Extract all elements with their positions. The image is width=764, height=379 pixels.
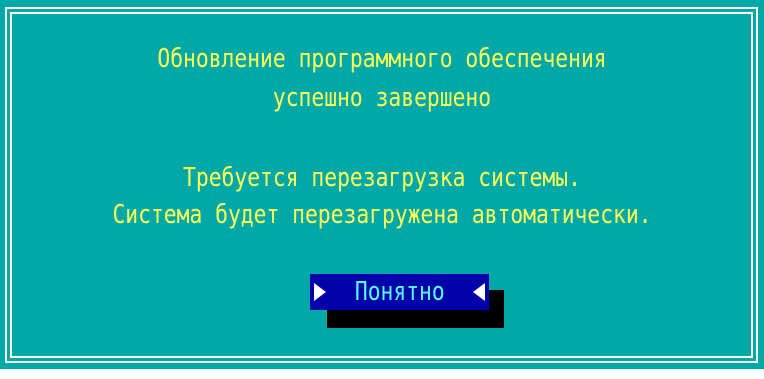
update-complete-dialog: Обновление программного обеспечения успе… [0,0,764,369]
dialog-message-line-2: Система будет перезагружена автоматическ… [112,200,652,230]
dialog-title-line-2: успешно завершено [272,83,492,113]
ok-button-label: Понятно [354,277,445,307]
dialog-title-line-1: Обновление программного обеспечения [157,44,607,74]
ok-button[interactable]: Понятно [310,274,489,310]
triangle-left-icon [472,283,485,301]
triangle-right-icon [314,283,326,301]
dialog-message-line-1: Требуется перезагрузка системы. [183,163,581,193]
